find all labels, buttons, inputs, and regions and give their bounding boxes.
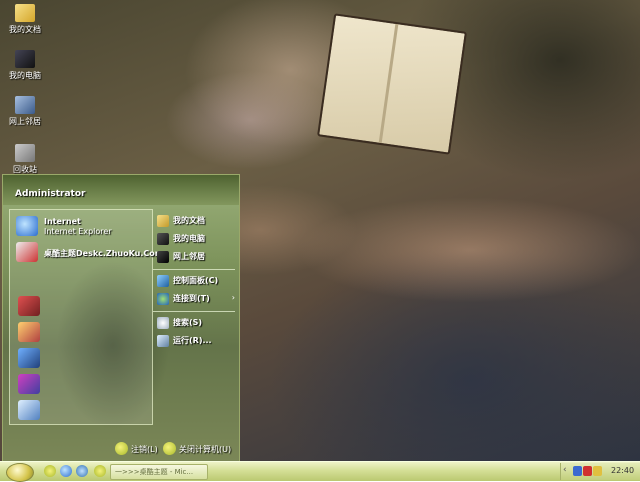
menu-item-run[interactable]: 运行(R)... bbox=[157, 333, 237, 349]
menu-separator bbox=[153, 311, 235, 312]
system-places-pane: 我的文档 我的电脑 网上邻居 控制面板(C) 连接到(T) › 搜索(S) 运行… bbox=[153, 209, 235, 423]
menu-item-search[interactable]: 搜索(S) bbox=[157, 315, 237, 331]
my-computer-icon bbox=[15, 50, 35, 68]
desktop-icon-label: 我的电脑 bbox=[9, 71, 41, 80]
pinned-zhuoku[interactable]: 桌酷主题Deskc.ZhuoKu.Com bbox=[14, 240, 163, 266]
desktop-icon-label: 网上邻居 bbox=[9, 117, 41, 126]
menu-item-label: 我的电脑 bbox=[173, 234, 205, 243]
taskbar-window-title: 一>>>桌酷主题 - Mic... bbox=[115, 468, 194, 476]
logoff-label: 注销(L) bbox=[131, 445, 158, 454]
start-menu: Administrator Internet Internet Explorer… bbox=[2, 174, 240, 462]
desktop-icon-label: 回收站 bbox=[13, 165, 37, 174]
desktop-icon-network[interactable]: 网上邻居 bbox=[4, 96, 46, 127]
quicklaunch-extra-icon[interactable] bbox=[94, 465, 106, 477]
logoff-button[interactable]: 注销(L) bbox=[115, 441, 158, 457]
desktop-icon-recycle-bin[interactable]: 回收站 bbox=[4, 144, 46, 175]
quicklaunch-app-icon[interactable] bbox=[44, 465, 56, 477]
pinned-internet-explorer[interactable]: Internet Internet Explorer bbox=[14, 214, 150, 240]
pinned-programs-pane: Internet Internet Explorer 桌酷主题Deskc.Zhu… bbox=[9, 209, 163, 425]
shutdown-button[interactable]: 关闭计算机(U) bbox=[163, 441, 235, 457]
menu-item-label: 运行(R)... bbox=[173, 336, 212, 345]
menu-item-my-computer[interactable]: 我的电脑 bbox=[157, 231, 237, 247]
connect-icon bbox=[157, 293, 169, 305]
quicklaunch-ie-icon[interactable] bbox=[60, 465, 72, 477]
paint-icon[interactable] bbox=[18, 322, 40, 342]
desktop-icon-my-computer[interactable]: 我的电脑 bbox=[4, 50, 46, 81]
quicklaunch-explorer-icon[interactable] bbox=[76, 465, 88, 477]
taskbar: 一>>>桌酷主题 - Mic... ‹ 22:40 bbox=[0, 461, 640, 482]
tray-expand-icon[interactable]: ‹ bbox=[563, 465, 567, 475]
menu-item-label: 搜索(S) bbox=[173, 318, 203, 327]
control-panel-icon bbox=[157, 275, 169, 287]
wallpaper-book bbox=[317, 13, 467, 155]
tray-network-icon[interactable] bbox=[573, 466, 582, 476]
tray-app-icon[interactable] bbox=[583, 466, 592, 476]
search-icon bbox=[157, 317, 169, 329]
pinned-subtitle: Internet Explorer bbox=[44, 227, 112, 236]
computer-icon bbox=[157, 233, 169, 245]
shutdown-label: 关闭计算机(U) bbox=[179, 445, 232, 454]
desktop-icon-label: 我的文档 bbox=[9, 25, 41, 34]
zhuoku-icon bbox=[16, 242, 38, 262]
tray-volume-icon[interactable] bbox=[593, 466, 602, 476]
submenu-arrow-icon: › bbox=[231, 293, 235, 302]
menu-item-label: 我的文档 bbox=[173, 216, 205, 225]
menu-item-label: 网上邻居 bbox=[173, 252, 205, 261]
menu-item-connect-to[interactable]: 连接到(T) › bbox=[157, 291, 237, 307]
winrar-icon[interactable] bbox=[18, 374, 40, 394]
start-button[interactable] bbox=[6, 463, 34, 482]
logoff-icon bbox=[115, 442, 128, 455]
clock[interactable]: 22:40 bbox=[611, 466, 634, 475]
network-icon bbox=[157, 251, 169, 263]
start-menu-footer: 注销(L) 关闭计算机(U) bbox=[3, 437, 239, 461]
my-documents-icon bbox=[15, 4, 35, 22]
menu-item-label: 控制面板(C) bbox=[173, 276, 219, 285]
menu-item-control-panel[interactable]: 控制面板(C) bbox=[157, 273, 237, 289]
shutdown-icon bbox=[163, 442, 176, 455]
pinned-title: 桌酷主题Deskc.ZhuoKu.Com bbox=[44, 249, 164, 258]
system-tray: ‹ 22:40 bbox=[560, 463, 640, 480]
monitor-icon[interactable] bbox=[18, 348, 40, 368]
taskbar-window-button[interactable]: 一>>>桌酷主题 - Mic... bbox=[110, 464, 208, 480]
menu-separator bbox=[153, 269, 235, 270]
start-menu-header: Administrator bbox=[3, 175, 239, 205]
menu-item-label: 连接到(T) bbox=[173, 294, 210, 303]
user-name: Administrator bbox=[15, 189, 86, 199]
desktop-icon-my-documents[interactable]: 我的文档 bbox=[4, 4, 46, 35]
network-icon bbox=[15, 96, 35, 114]
menu-item-network[interactable]: 网上邻居 bbox=[157, 249, 237, 265]
pinned-title: Internet bbox=[44, 217, 81, 226]
books-icon[interactable] bbox=[18, 296, 40, 316]
ie-icon bbox=[16, 216, 38, 236]
notepad-icon[interactable] bbox=[18, 400, 40, 420]
recycle-bin-icon bbox=[15, 144, 35, 162]
menu-item-my-documents[interactable]: 我的文档 bbox=[157, 213, 237, 229]
folder-icon bbox=[157, 215, 169, 227]
run-icon bbox=[157, 335, 169, 347]
